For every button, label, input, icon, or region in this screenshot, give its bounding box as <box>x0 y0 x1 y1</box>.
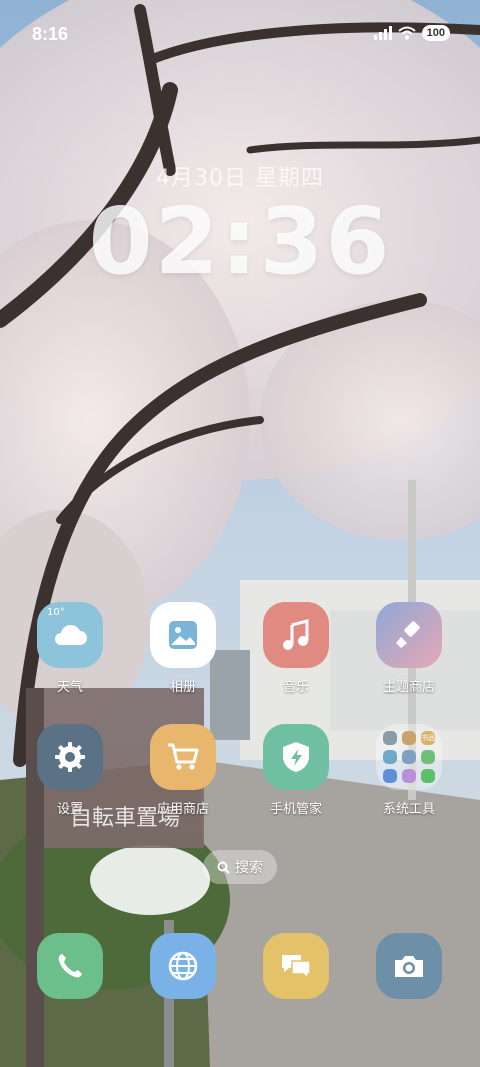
messages-icon <box>282 955 311 980</box>
signal-icon <box>373 26 392 40</box>
settings-tile <box>37 724 103 790</box>
clock-widget[interactable]: 02:36 <box>0 188 480 295</box>
status-icons: 100 <box>373 25 450 41</box>
weather-tile: 10° <box>37 602 103 668</box>
image-icon <box>169 621 197 649</box>
app-settings[interactable]: 设置 <box>20 724 120 817</box>
status-bar: 8:16 100 <box>0 0 480 64</box>
app-label: 手机管家 <box>269 802 322 817</box>
phone-icon <box>58 954 82 978</box>
app-store-tile <box>150 724 216 790</box>
status-time: 8:16 <box>32 24 69 44</box>
app-phone-manager[interactable]: 手机管家 <box>246 724 346 817</box>
system-tools-folder: 书品 <box>376 724 442 790</box>
themes-tile <box>376 602 442 668</box>
shield-icon <box>283 742 309 772</box>
music-note-icon <box>283 619 309 650</box>
gallery-tile <box>150 602 216 668</box>
app-label: 相册 <box>169 680 196 695</box>
gear-icon <box>55 742 85 772</box>
app-label: 系统工具 <box>382 802 435 817</box>
camera-icon <box>395 956 423 977</box>
phone-manager-tile <box>263 724 329 790</box>
dock-messages[interactable] <box>263 933 329 999</box>
weather-temp: 10° <box>47 607 65 618</box>
app-label: 主题商店 <box>382 680 435 695</box>
dock-phone[interactable] <box>37 933 103 999</box>
battery-indicator: 100 <box>421 25 450 41</box>
search-button[interactable]: 搜索 <box>203 850 277 884</box>
app-store[interactable]: 应用商店 <box>133 724 233 817</box>
app-label: 音乐 <box>282 680 309 695</box>
folder-system-tools[interactable]: 书品 系统工具 <box>359 724 459 817</box>
browser-icon <box>168 951 198 981</box>
app-weather[interactable]: 10° 天气 <box>20 602 120 695</box>
app-label: 天气 <box>56 680 83 695</box>
search-label: 搜索 <box>235 860 263 876</box>
app-gallery[interactable]: 相册 <box>133 602 233 695</box>
cloud-icon <box>55 624 87 645</box>
dock-camera[interactable] <box>376 933 442 999</box>
folder-badge: 书品 <box>421 731 435 745</box>
music-tile <box>263 602 329 668</box>
shopping-cart-icon <box>168 743 199 770</box>
app-label: 应用商店 <box>156 802 209 817</box>
app-label: 设置 <box>56 802 83 817</box>
app-music[interactable]: 音乐 <box>246 602 346 695</box>
dock-browser[interactable] <box>150 933 216 999</box>
wifi-icon <box>397 26 416 40</box>
brush-icon <box>396 621 420 648</box>
folder-icon-grid: 书品 <box>379 727 439 787</box>
app-themes[interactable]: 主题商店 <box>359 602 459 695</box>
search-icon <box>217 861 230 874</box>
